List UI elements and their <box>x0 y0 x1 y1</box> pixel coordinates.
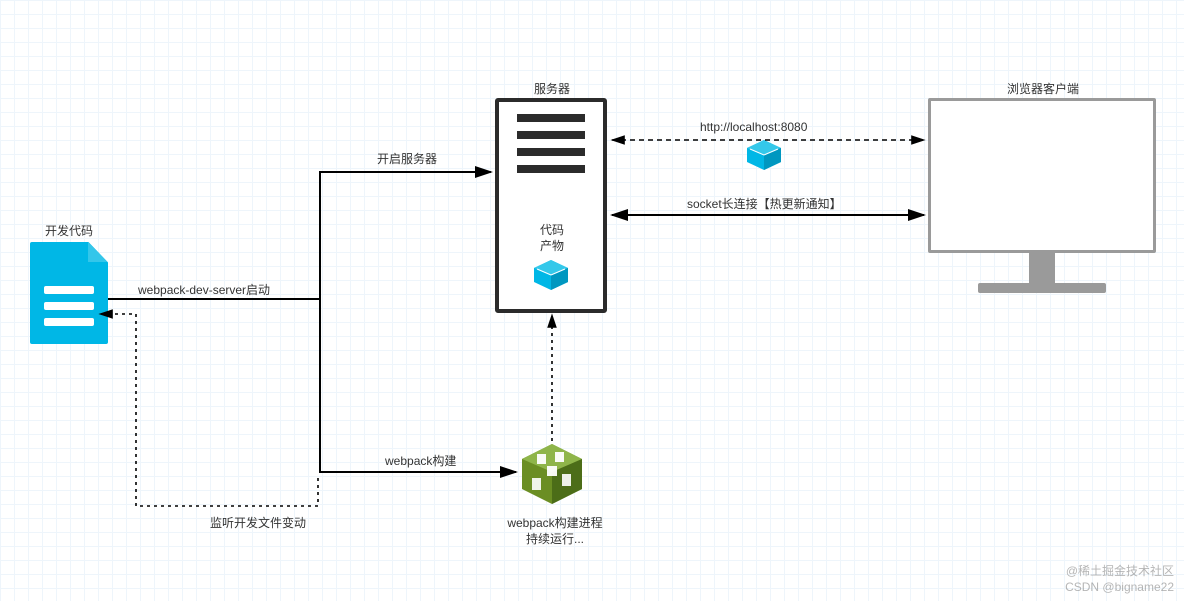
edge-dev-server-start: webpack-dev-server启动 <box>138 281 270 298</box>
box-icon-transfer <box>747 140 781 170</box>
box-icon-artifact <box>534 260 568 290</box>
watermark: @稀土掘金技术社区 CSDN @bigname22 <box>1065 563 1174 595</box>
edge-http-url: http://localhost:8080 <box>700 120 807 134</box>
edge-webpack-build: webpack构建 <box>385 452 456 469</box>
webpack-process-label: webpack构建进程 持续运行... <box>500 516 610 547</box>
diagram-canvas: 开发代码 服务器 代码 产物 浏览器客户端 <box>0 0 1184 601</box>
server-title: 服务器 <box>512 80 592 97</box>
monitor-icon <box>928 98 1156 303</box>
code-artifact-label: 代码 产物 <box>530 223 574 254</box>
dev-code-title: 开发代码 <box>26 222 112 239</box>
watermark-line1: @稀土掘金技术社区 <box>1065 563 1174 579</box>
watermark-line2: CSDN @bigname22 <box>1065 579 1174 595</box>
edge-socket-link: socket长连接【热更新通知】 <box>687 195 842 212</box>
edge-watch-files: 监听开发文件变动 <box>210 514 306 531</box>
edge-start-server: 开启服务器 <box>377 150 437 167</box>
file-icon <box>30 242 108 344</box>
browser-title: 浏览器客户端 <box>998 80 1088 97</box>
webpack-cube-icon <box>522 444 582 509</box>
